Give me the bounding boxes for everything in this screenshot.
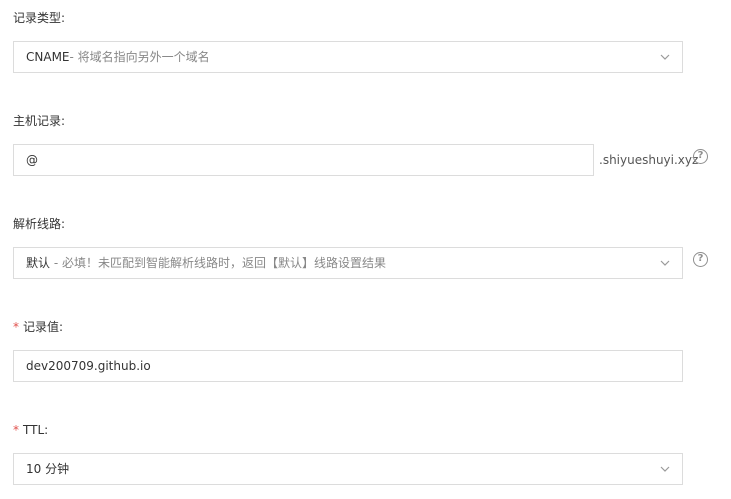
ttl-label: * TTL: [13,422,48,438]
required-mark: * [13,320,19,334]
required-mark: * [13,423,19,437]
host-record-value: @ [26,153,38,167]
record-value-value: dev200709.github.io [26,359,151,373]
record-value-label: * 记录值: [13,319,63,335]
record-type-select[interactable]: CNAME- 将域名指向另外一个域名 [13,41,683,73]
question-circle-icon[interactable]: ? [693,252,708,267]
host-record-label: 主机记录: [13,113,65,129]
record-value-input[interactable]: dev200709.github.io [13,350,683,382]
host-record-input[interactable]: @ [13,144,594,176]
record-type-label: 记录类型: [13,10,65,26]
ttl-value: 10 分钟 [26,462,70,476]
line-hint: - 必填！未匹配到智能解析线路时，返回【默认】线路设置结果 [50,256,386,270]
record-type-hint: - 将域名指向另外一个域名 [69,50,210,64]
line-select[interactable]: 默认 - 必填！未匹配到智能解析线路时，返回【默认】线路设置结果 [13,247,683,279]
record-type-value: CNAME [26,50,70,64]
chevron-down-icon [660,260,670,266]
domain-suffix: .shiyueshuyi.xyz [599,153,699,167]
ttl-label-text: TTL: [23,423,49,437]
ttl-select[interactable]: 10 分钟 [13,453,683,485]
record-type-label-text: 记录类型: [13,11,66,25]
chevron-down-icon [660,54,670,60]
line-label-text: 解析线路: [13,217,66,231]
question-circle-icon[interactable]: ? [693,149,708,164]
chevron-down-icon [660,466,670,472]
line-label: 解析线路: [13,216,65,232]
record-value-label-text: 记录值: [23,320,64,334]
host-record-label-text: 主机记录: [13,114,66,128]
line-value: 默认 [26,256,51,270]
dns-record-form: 记录类型: CNAME- 将域名指向另外一个域名 主机记录: @ .shiyue… [0,0,731,499]
